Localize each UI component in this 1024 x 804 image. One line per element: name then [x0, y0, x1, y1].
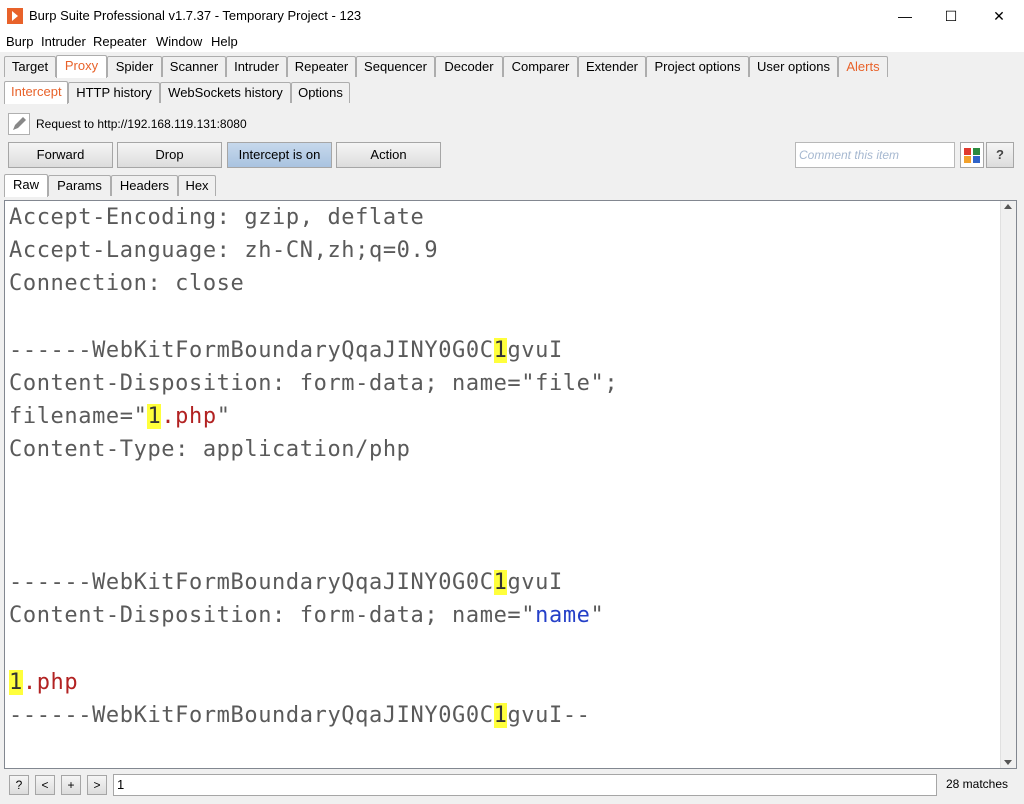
tab-target[interactable]: Target [4, 56, 56, 77]
search-help-button[interactable]: ? [9, 775, 29, 795]
request-target-label: Request to http://192.168.119.131:8080 [36, 117, 247, 131]
minimize-button[interactable]: — [882, 0, 928, 32]
tab-headers[interactable]: Headers [111, 175, 178, 196]
help-button[interactable]: ? [986, 142, 1014, 168]
tab-http-history[interactable]: HTTP history [68, 82, 160, 103]
burp-logo-icon [7, 8, 23, 24]
tab-user-options[interactable]: User options [749, 56, 838, 77]
tab-intercept[interactable]: Intercept [4, 81, 68, 104]
title-bar: Burp Suite Professional v1.7.37 - Tempor… [0, 0, 1024, 32]
search-bar: ? < + > 1 28 matches [0, 769, 1024, 804]
code-line: Content-Disposition: form-data; name="na… [9, 603, 605, 629]
code-line: ------WebKitFormBoundaryQqaJINY0G0C1gvuI [9, 337, 563, 363]
main-tab-bar: Target Proxy Spider Scanner Intruder Rep… [0, 55, 1024, 78]
menu-bar: Burp Intruder Repeater Window Help [0, 32, 1024, 52]
color-grid-icon [964, 148, 980, 163]
forward-button[interactable]: Forward [8, 142, 113, 168]
main-area: Target Proxy Spider Scanner Intruder Rep… [0, 52, 1024, 804]
vertical-scrollbar[interactable] [1000, 201, 1016, 768]
menu-repeater[interactable]: Repeater [93, 34, 146, 49]
tab-project-options[interactable]: Project options [646, 56, 749, 77]
search-match: 1 [493, 337, 508, 363]
scroll-up-icon [1004, 204, 1012, 209]
window-title: Burp Suite Professional v1.7.37 - Tempor… [29, 8, 362, 23]
code-line: 1.php [9, 669, 79, 695]
search-match: 1 [493, 703, 508, 729]
highlight-color-button[interactable] [960, 142, 984, 168]
intercept-toggle-button[interactable]: Intercept is on [227, 142, 332, 168]
tab-options[interactable]: Options [291, 82, 350, 103]
code-line: Connection: close [9, 271, 245, 297]
tab-intruder[interactable]: Intruder [226, 56, 287, 77]
tab-repeater[interactable]: Repeater [287, 56, 356, 77]
comment-input[interactable]: Comment this item [795, 142, 955, 168]
tab-websockets-history[interactable]: WebSockets history [160, 82, 291, 103]
scroll-down-icon [1004, 760, 1012, 765]
tab-hex[interactable]: Hex [178, 175, 216, 196]
match-count: 28 matches [946, 777, 1009, 791]
drop-button[interactable]: Drop [117, 142, 222, 168]
action-button[interactable]: Action [336, 142, 441, 168]
code-line: filename="1.php" [9, 404, 231, 430]
tab-sequencer[interactable]: Sequencer [356, 56, 435, 77]
code-line: ------WebKitFormBoundaryQqaJINY0G0C1gvuI… [9, 703, 591, 729]
search-match: 1 [9, 669, 23, 695]
search-match: 1 [147, 404, 162, 430]
tab-proxy[interactable]: Proxy [56, 55, 107, 78]
code-line: Accept-Encoding: gzip, deflate [9, 205, 425, 230]
tab-raw[interactable]: Raw [4, 174, 48, 197]
tab-scanner[interactable]: Scanner [162, 56, 226, 77]
tab-params[interactable]: Params [48, 175, 111, 196]
code-line: Content-Disposition: form-data; name="fi… [9, 371, 619, 397]
close-button[interactable]: ✕ [976, 0, 1022, 32]
code-line: Accept-Language: zh-CN,zh;q=0.9 [9, 238, 439, 264]
menu-window[interactable]: Window [156, 34, 202, 49]
search-add-button[interactable]: + [61, 775, 81, 795]
search-previous-button[interactable]: < [35, 775, 55, 795]
search-input[interactable]: 1 [113, 774, 937, 796]
search-match: 1 [493, 570, 508, 596]
tab-extender[interactable]: Extender [578, 56, 646, 77]
tab-comparer[interactable]: Comparer [503, 56, 578, 77]
tab-spider[interactable]: Spider [107, 56, 162, 77]
menu-help[interactable]: Help [211, 34, 238, 49]
proxy-tab-bar: Intercept HTTP history WebSockets histor… [0, 81, 1024, 104]
maximize-button[interactable]: ☐ [928, 0, 974, 32]
pencil-icon[interactable] [8, 113, 30, 135]
code-line: Content-Type: application/php [9, 437, 411, 463]
view-tab-bar: Raw Params Headers Hex [0, 174, 1024, 197]
request-body: Accept-Encoding: gzip, deflate Accept-La… [9, 201, 618, 732]
search-next-button[interactable]: > [87, 775, 107, 795]
request-editor[interactable]: Accept-Encoding: gzip, deflate Accept-La… [4, 200, 1017, 769]
menu-burp[interactable]: Burp [6, 34, 33, 49]
code-line: ------WebKitFormBoundaryQqaJINY0G0C1gvuI [9, 570, 563, 596]
menu-intruder[interactable]: Intruder [41, 34, 86, 49]
tab-decoder[interactable]: Decoder [435, 56, 503, 77]
tab-alerts[interactable]: Alerts [838, 56, 888, 77]
